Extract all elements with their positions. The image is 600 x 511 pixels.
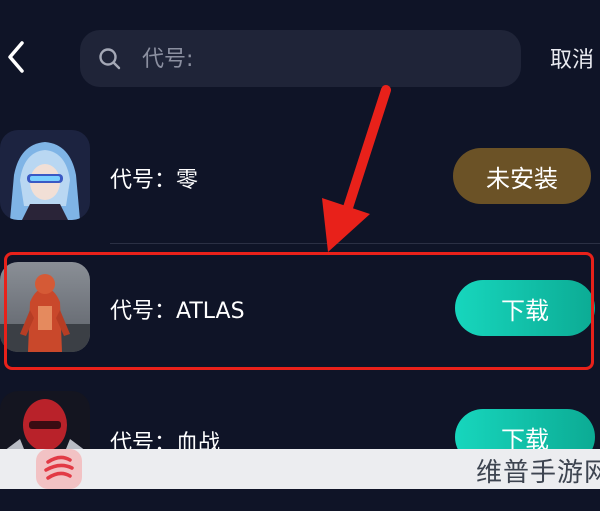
watermark-text: 维普手游网 bbox=[476, 458, 600, 488]
search-bar[interactable] bbox=[80, 30, 521, 87]
game-icon-zero bbox=[0, 130, 90, 220]
search-input[interactable] bbox=[140, 38, 504, 80]
brand-logo-icon bbox=[36, 449, 82, 489]
arrow-annotation-icon bbox=[322, 85, 391, 252]
game-name: 代号：零 bbox=[110, 168, 199, 193]
search-icon bbox=[99, 48, 121, 70]
cancel-button[interactable]: 取消 bbox=[550, 42, 594, 74]
back-chevron-icon[interactable] bbox=[6, 40, 26, 74]
not-installed-button[interactable]: 未安装 bbox=[453, 148, 591, 204]
highlight-box bbox=[4, 252, 594, 370]
